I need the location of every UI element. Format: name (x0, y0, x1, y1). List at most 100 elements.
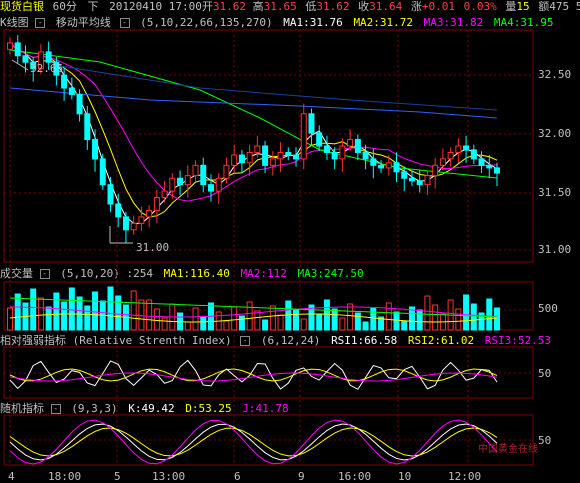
candle-body (385, 162, 392, 169)
volume-bar (254, 310, 261, 331)
candle-body (362, 151, 369, 160)
candlesticks (7, 35, 500, 243)
volume-bar (347, 303, 354, 331)
candle-body (231, 154, 238, 166)
volume-bar (401, 320, 408, 331)
x-label: 12:00 (448, 470, 482, 483)
volume-bar (146, 299, 153, 331)
volume-bar (30, 288, 37, 331)
candle-body (393, 162, 400, 173)
volume-bar (76, 296, 83, 331)
volume-bar (115, 295, 122, 331)
rsi-lines (9, 359, 498, 390)
volume-bar (192, 307, 199, 331)
volume-bar (385, 302, 392, 331)
candle-body (223, 164, 230, 179)
candle-body (177, 177, 184, 186)
volume-bar (331, 308, 338, 331)
candle-body (14, 42, 21, 57)
candle-body (254, 145, 261, 153)
volume-bar (231, 306, 238, 331)
x-label: 13:00 (152, 470, 186, 483)
candle-body (300, 113, 307, 160)
volume-bar (316, 313, 323, 331)
x-label: 4 (8, 470, 15, 483)
volume-bar (184, 321, 191, 331)
volume-bar (463, 294, 470, 331)
volume-bar (130, 290, 137, 331)
candle-body (370, 158, 377, 166)
volume-bar (300, 318, 307, 331)
candle-body (347, 139, 354, 147)
candle-body (107, 184, 114, 205)
y-label: 31.50 (538, 186, 572, 199)
rsi2-line (9, 368, 498, 382)
volume-bar (45, 306, 52, 331)
candle-body (269, 158, 276, 166)
candle-body (92, 139, 99, 160)
candle-body (439, 158, 446, 166)
candle-body (432, 164, 439, 177)
candle-body (130, 222, 137, 231)
candle-body (455, 145, 462, 153)
y-label: 50 (538, 434, 552, 447)
volume-bar (92, 291, 99, 331)
candle-body (153, 197, 160, 211)
volume-bar (262, 319, 269, 331)
candle-body (323, 145, 330, 153)
volume-bar (293, 309, 300, 331)
candle-body (169, 177, 176, 192)
volume-bar (494, 307, 500, 331)
candle-body (486, 164, 493, 169)
candle-body (192, 164, 199, 177)
candle-body (45, 51, 52, 63)
candle-body (354, 139, 361, 153)
x-label: 5 (114, 470, 121, 483)
panel-frame (3, 346, 534, 399)
moving-average-lines (9, 42, 498, 224)
candle-body (207, 184, 214, 192)
candle-body (215, 177, 222, 192)
candle-body (293, 154, 300, 160)
y-label: 32.50 (538, 68, 572, 81)
kdj-lines (9, 419, 498, 465)
ma2-line (9, 42, 498, 218)
candle-body (316, 132, 323, 147)
candle-body (478, 158, 485, 166)
chart-grid (3, 29, 534, 466)
candle-body (470, 149, 477, 160)
candle-body (424, 175, 431, 186)
candle-body (200, 164, 207, 186)
candle-body (68, 87, 75, 95)
candle-body (262, 145, 269, 166)
candle-body (184, 175, 191, 186)
volume-bar (323, 299, 330, 331)
panel-frame (3, 29, 534, 263)
vol-ma1-line (9, 313, 498, 323)
vol-ma2-line (9, 306, 498, 318)
x-label: 10 (398, 470, 412, 483)
volume-bar (153, 308, 160, 331)
chart-canvas[interactable]: 32.65 31.00 (0, 0, 580, 483)
candle-body (238, 154, 245, 164)
candle-body (408, 177, 415, 182)
volume-bar (277, 314, 284, 331)
volume-bar (37, 297, 44, 331)
candle-body (401, 171, 408, 179)
candle-body (84, 113, 91, 141)
volume-bar (269, 305, 276, 331)
low-note: 31.00 (136, 241, 169, 254)
volume-bar (200, 316, 207, 331)
high-note: 32.65 (30, 62, 63, 75)
volume-bar (339, 317, 346, 331)
candle-body (308, 113, 315, 134)
volume-bar (424, 295, 431, 331)
candle-body (378, 164, 385, 169)
candle-body (138, 216, 145, 224)
candle-body (61, 74, 68, 89)
x-label: 6 (234, 470, 241, 483)
candle-body (285, 151, 292, 156)
candle-body (416, 180, 423, 186)
volume-bar (486, 298, 493, 331)
y-label: 500 (538, 302, 558, 315)
